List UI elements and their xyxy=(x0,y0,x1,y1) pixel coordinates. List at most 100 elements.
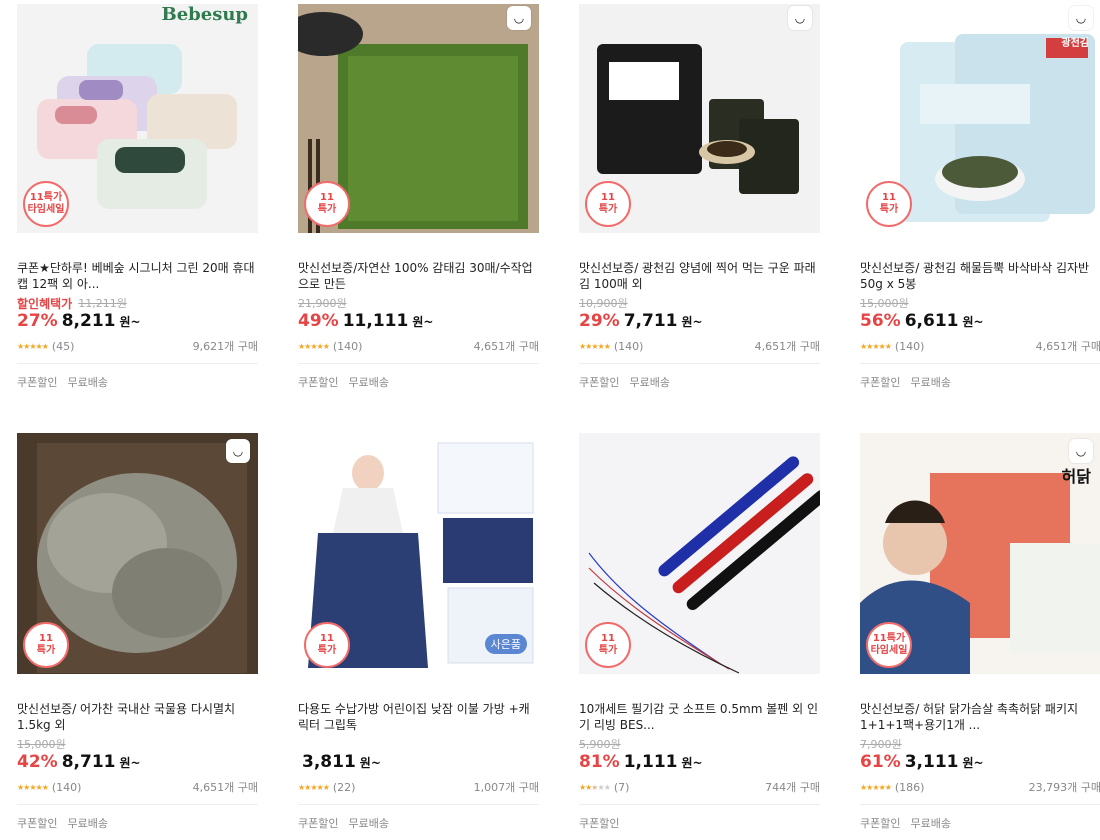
tag-free-shipping: 무료배송 xyxy=(348,376,389,389)
badge-line: 11 xyxy=(882,192,896,203)
product-title[interactable]: 다용도 수납가방 어린이집 낮잠 이불 가방 +캐릭터 그립톡 xyxy=(298,701,539,733)
tag-free-shipping: 무료배송 xyxy=(910,376,951,389)
product-card[interactable]: ◡ 11 특가 맛신선보증/ 광천김 양념에 찍어 먹는 구운 파래김 100매… xyxy=(579,0,820,390)
tag-list: 쿠폰할인 xyxy=(579,804,820,831)
product-card[interactable]: ◡ 11 특가 맛신선보증/ 어가찬 국내산 국물용 다시멸치 1.5kg 외 … xyxy=(17,433,258,831)
product-card[interactable]: Bebesup 11특가 타임세일 쿠폰★단하루! 베베숲 시그니처 그린 20… xyxy=(17,0,258,390)
product-grid: Bebesup 11특가 타임세일 쿠폰★단하루! 베베숲 시그니처 그린 20… xyxy=(0,0,1100,840)
benefit-label: 할인혜택가 xyxy=(17,296,73,311)
product-title[interactable]: 10개세트 필기감 굿 소프트 0.5mm 볼펜 외 인기 리빙 BES... xyxy=(579,701,820,733)
price-row: 3,811 원~ xyxy=(298,752,539,774)
price-row: 49% 11,111 원~ xyxy=(298,311,539,333)
rating-row: ★★★★★ (140) 4,651개 구매 xyxy=(17,780,258,795)
star-rating-icon: ★★★★★ xyxy=(17,782,49,792)
currency-suffix: 원~ xyxy=(681,756,703,770)
product-thumbnail[interactable]: ◡ 11 특가 xyxy=(298,0,539,233)
product-thumbnail[interactable]: 11 특가 xyxy=(579,433,820,674)
sale-price: 6,611 xyxy=(904,311,959,331)
sale-badge: 11 특가 xyxy=(23,622,69,668)
product-thumbnail[interactable]: ◡ 11 특가 xyxy=(579,0,820,233)
purchase-count: 4,651개 구매 xyxy=(473,340,539,353)
product-title[interactable]: 맛신선보증/ 광천김 양념에 찍어 먹는 구운 파래김 100매 외 xyxy=(579,260,820,292)
tag-coupon: 쿠폰할인 xyxy=(17,376,58,389)
original-price-row xyxy=(298,736,539,752)
product-thumbnail[interactable]: ◡ 광천김 11 특가 xyxy=(860,0,1100,233)
rating: ★★★★★ (140) xyxy=(17,781,81,794)
currency-suffix: 원~ xyxy=(119,756,141,770)
currency-suffix: 원~ xyxy=(962,315,984,329)
star-rating-icon: ★★★★★ xyxy=(579,782,611,792)
product-card[interactable]: 허닭 ◡ 11특가 타임세일 맛신선보증/ 허닭 닭가슴살 촉촉허닭 패키지 1… xyxy=(860,433,1100,831)
product-thumbnail[interactable]: 허닭 ◡ 11특가 타임세일 xyxy=(860,433,1100,674)
sale-price: 8,211 xyxy=(61,311,116,331)
product-card[interactable]: 11 특가 10개세트 필기감 굿 소프트 0.5mm 볼펜 외 인기 리빙 B… xyxy=(579,433,820,831)
star-rating-icon: ★★★★★ xyxy=(579,341,611,351)
brand-icon: ◡ xyxy=(1069,439,1093,463)
sale-badge: 11 특가 xyxy=(866,181,912,227)
brand-logo: 광천김 xyxy=(1061,38,1089,49)
tag-free-shipping: 무료배송 xyxy=(67,817,108,830)
original-price-row: 할인혜택가 11,211원 xyxy=(17,295,258,311)
price-row: 29% 7,711 원~ xyxy=(579,311,820,333)
review-count: (22) xyxy=(332,780,356,794)
purchase-count: 4,651개 구매 xyxy=(192,781,258,794)
product-card[interactable]: ◡ 광천김 11 특가 맛신선보증/ 광천김 해물듬뿍 바삭바삭 김자반 50g… xyxy=(860,0,1100,390)
currency-suffix: 원~ xyxy=(412,315,434,329)
product-card[interactable]: 11 특가 사은품 다용도 수납가방 어린이집 낮잠 이불 가방 +캐릭터 그립… xyxy=(298,433,539,831)
sale-badge: 11 특가 xyxy=(304,181,350,227)
product-thumbnail[interactable]: Bebesup 11특가 타임세일 xyxy=(17,0,258,233)
product-title[interactable]: 맛신선보증/ 어가찬 국내산 국물용 다시멸치 1.5kg 외 xyxy=(17,701,258,733)
sale-badge: 11특가 타임세일 xyxy=(866,622,912,668)
rating-row: ★★★★★ (45) 9,621개 구매 xyxy=(17,339,258,354)
purchase-count: 23,793개 구매 xyxy=(1028,781,1100,794)
rating: ★★★★★ (45) xyxy=(17,340,74,353)
badge-line: 11 xyxy=(320,633,334,644)
product-title[interactable]: 쿠폰★단하루! 베베숲 시그니처 그린 20매 휴대 캡 12팩 외 아... xyxy=(17,260,258,292)
star-rating-icon: ★★★★★ xyxy=(860,782,892,792)
product-thumbnail[interactable]: ◡ 11 특가 xyxy=(17,433,258,674)
sale-price: 11,111 xyxy=(342,311,409,331)
brand-icon: ◡ xyxy=(507,6,531,30)
product-title[interactable]: 맛신선보증/ 광천김 해물듬뿍 바삭바삭 김자반 50g x 5봉 xyxy=(860,260,1100,292)
tag-coupon: 쿠폰할인 xyxy=(579,376,620,389)
tag-coupon: 쿠폰할인 xyxy=(860,376,901,389)
badge-line: 타임세일 xyxy=(27,204,65,215)
price-row: 81% 1,111 원~ xyxy=(579,752,820,774)
rating: ★★★★★ (140) xyxy=(860,340,924,353)
brand-icon: ◡ xyxy=(788,6,812,30)
badge-line: 11 xyxy=(39,633,53,644)
tag-list: 쿠폰할인 무료배송 xyxy=(860,804,1100,831)
badge-line: 11특가 xyxy=(872,633,906,644)
brand-icon: ◡ xyxy=(1069,6,1093,30)
discount-rate: 42% xyxy=(17,752,58,772)
purchase-count: 1,007개 구매 xyxy=(473,781,539,794)
tag-coupon: 쿠폰할인 xyxy=(298,817,339,830)
review-count: (140) xyxy=(613,339,644,353)
badge-line: 11 xyxy=(601,633,615,644)
discount-rate: 29% xyxy=(579,311,620,331)
sale-badge: 11 특가 xyxy=(304,622,350,668)
rating: ★★★★★ (140) xyxy=(579,340,643,353)
original-price-row: 7,900원 xyxy=(860,736,1100,752)
currency-suffix: 원~ xyxy=(359,756,381,770)
review-count: (7) xyxy=(613,780,630,794)
product-title[interactable]: 맛신선보증/ 허닭 닭가슴살 촉촉허닭 패키지 1+1+1팩+용기1개 ... xyxy=(860,701,1100,733)
original-price: 7,900원 xyxy=(860,738,902,751)
star-rating-icon: ★★★★★ xyxy=(298,782,330,792)
discount-rate: 56% xyxy=(860,311,901,331)
product-card[interactable]: ◡ 11 특가 맛신선보증/자연산 100% 감태김 30매/수작업으로 만든 … xyxy=(298,0,539,390)
product-thumbnail[interactable]: 11 특가 사은품 xyxy=(298,433,539,674)
badge-line: 11특가 xyxy=(29,192,63,203)
discount-rate: 49% xyxy=(298,311,339,331)
price-row: 56% 6,611 원~ xyxy=(860,311,1100,333)
rating-row: ★★★★★ (186) 23,793개 구매 xyxy=(860,780,1100,795)
rating-row: ★★★★★ (140) 4,651개 구매 xyxy=(860,339,1100,354)
rating: ★★★★★ (186) xyxy=(860,781,924,794)
discount-rate: 27% xyxy=(17,311,58,331)
price-row: 61% 3,111 원~ xyxy=(860,752,1100,774)
purchase-count: 744개 구매 xyxy=(765,781,820,794)
product-title[interactable]: 맛신선보증/자연산 100% 감태김 30매/수작업으로 만든 xyxy=(298,260,539,292)
discount-rate: 61% xyxy=(860,752,901,772)
star-rating-icon: ★★★★★ xyxy=(17,341,49,351)
brand-icon: ◡ xyxy=(226,439,250,463)
